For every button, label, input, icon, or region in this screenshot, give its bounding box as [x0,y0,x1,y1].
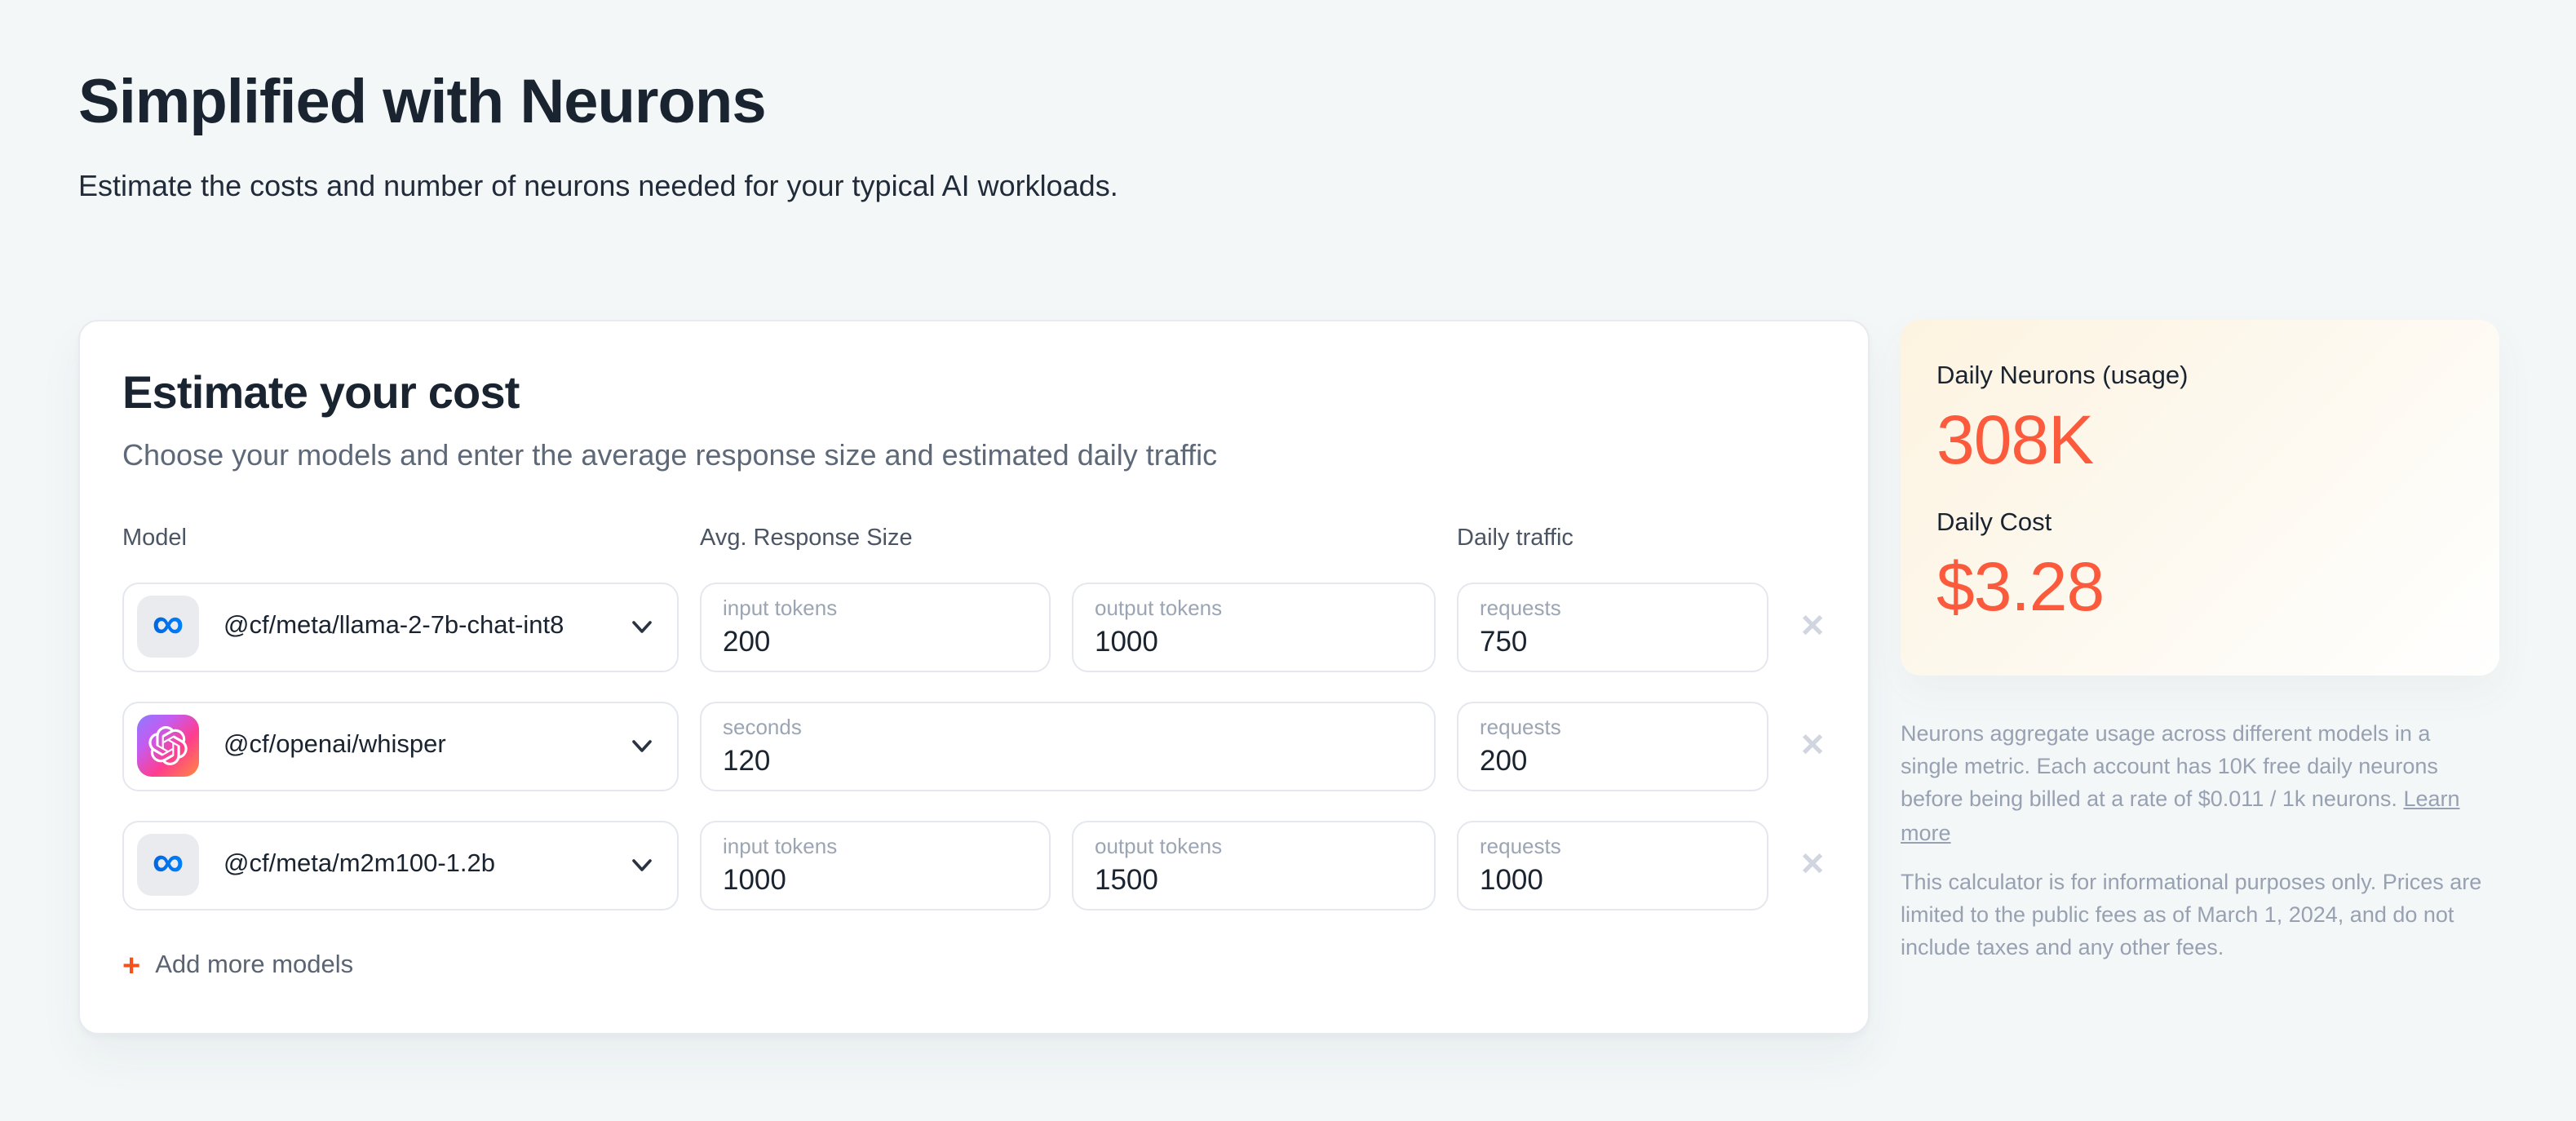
model-name: @cf/openai/whisper [224,731,446,760]
input-tokens-input[interactable] [723,862,1028,897]
seconds-input[interactable] [723,743,1413,778]
model-row: @cf/openai/whisper seconds requests ✕ [122,701,1826,791]
requests-field[interactable]: requests [1457,820,1768,911]
requests-input[interactable] [1480,624,1746,659]
remove-model-button[interactable]: ✕ [1790,821,1835,911]
close-icon: ✕ [1799,729,1826,764]
remove-model-button[interactable]: ✕ [1790,702,1835,791]
requests-field[interactable]: requests [1457,582,1768,672]
output-tokens-label: output tokens [1095,595,1223,620]
page-title: Simplified with Neurons [78,69,767,137]
column-label-daily-traffic: Daily traffic [1457,525,1573,552]
seconds-label: seconds [723,714,802,739]
meta-icon: ∞ [137,596,199,658]
plus-icon: + [122,949,141,984]
model-select-llama[interactable]: ∞ @cf/meta/llama-2-7b-chat-int8 [122,582,679,672]
requests-field[interactable]: requests [1457,701,1768,791]
content: Estimate your cost Choose your models an… [78,319,2576,1035]
add-more-models-button[interactable]: + Add more models [122,951,353,982]
summary-column: Daily Neurons (usage) 308K Daily Cost $3… [1901,319,2499,982]
footnote-neurons-text: Neurons aggregate usage across different… [1901,720,2438,812]
output-tokens-field[interactable]: output tokens [1072,582,1436,672]
input-tokens-label: input tokens [723,595,838,620]
output-tokens-field[interactable]: output tokens [1072,820,1436,911]
input-tokens-field[interactable]: input tokens [700,820,1051,911]
remove-model-button[interactable]: ✕ [1790,583,1835,672]
output-tokens-input[interactable] [1095,862,1413,897]
output-tokens-input[interactable] [1095,624,1413,659]
requests-input[interactable] [1480,862,1746,897]
openai-icon [137,715,199,778]
chevron-down-icon [632,859,652,871]
neurons-pricing-page: Simplified with Neurons Estimate the cos… [0,0,2576,1035]
viewport: Simplified with Neurons Estimate the cos… [0,0,2576,1121]
requests-label: requests [1480,833,1561,858]
card-subtitle: Choose your models and enter the average… [122,438,1218,472]
model-select-whisper[interactable]: @cf/openai/whisper [122,701,679,791]
cost-estimator-card: Estimate your cost Choose your models an… [78,319,1870,1035]
daily-summary-card: Daily Neurons (usage) 308K Daily Cost $3… [1901,319,2499,676]
close-icon: ✕ [1799,848,1826,883]
footnote-disclaimer: This calculator is for informational pur… [1901,869,2482,960]
openai-logo-glyph [148,727,188,766]
daily-cost-label: Daily Cost [1936,509,2052,538]
column-label-avg-response-size: Avg. Response Size [700,525,913,552]
daily-neurons-value: 308K [1936,401,2094,478]
daily-neurons-label: Daily Neurons (usage) [1936,361,2189,390]
daily-cost-value: $3.28 [1936,548,2105,626]
output-tokens-label: output tokens [1095,833,1223,858]
seconds-field[interactable]: seconds [700,701,1436,791]
input-tokens-field[interactable]: input tokens [700,582,1051,672]
model-name: @cf/meta/m2m100-1.2b [224,850,495,879]
requests-label: requests [1480,595,1561,620]
input-tokens-label: input tokens [723,833,838,858]
page-subtitle: Estimate the costs and number of neurons… [78,169,1118,202]
chevron-down-icon [632,740,652,752]
model-select-m2m100[interactable]: ∞ @cf/meta/m2m100-1.2b [122,820,679,911]
input-tokens-input[interactable] [723,624,1028,659]
footnote-neurons: Neurons aggregate usage across different… [1901,718,2493,850]
meta-icon: ∞ [137,834,199,897]
footnotes: Neurons aggregate usage across different… [1901,718,2499,966]
card-title: Estimate your cost [122,366,520,418]
model-name: @cf/meta/llama-2-7b-chat-int8 [224,612,564,640]
column-label-model: Model [122,525,187,552]
requests-label: requests [1480,714,1561,739]
model-row: ∞ @cf/meta/m2m100-1.2b input tokens outp… [122,820,1826,911]
add-more-models-label: Add more models [155,951,354,980]
chevron-down-icon [632,621,652,633]
model-row: ∞ @cf/meta/llama-2-7b-chat-int8 input to… [122,582,1826,672]
column-headers: Model Avg. Response Size Daily traffic [122,525,1826,552]
requests-input[interactable] [1480,743,1746,778]
close-icon: ✕ [1799,609,1826,645]
